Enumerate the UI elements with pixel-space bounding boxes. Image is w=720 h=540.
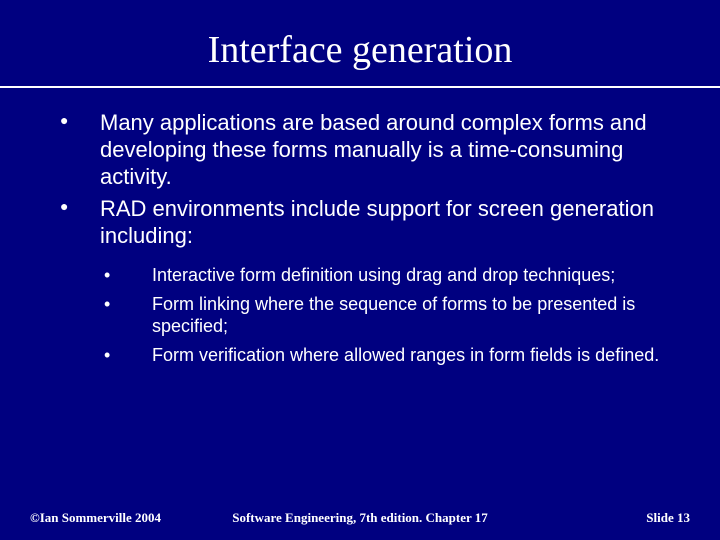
slide-footer: ©Ian Sommerville 2004 Software Engineeri… [0, 510, 720, 526]
bullet-item: Many applications are based around compl… [60, 110, 680, 190]
slide-title: Interface generation [0, 28, 720, 72]
footer-copyright: ©Ian Sommerville 2004 [30, 510, 161, 526]
sub-bullet-list: Interactive form definition using drag a… [104, 264, 680, 366]
footer-slide-num: 13 [677, 510, 690, 525]
footer-book-title: Software Engineering, 7th edition. Chapt… [232, 510, 488, 526]
footer-slide-label: Slide [646, 510, 677, 525]
sub-bullet-item: Form linking where the sequence of forms… [104, 293, 680, 338]
slide: Interface generation Many applications a… [0, 0, 720, 540]
sub-bullet-item: Interactive form definition using drag a… [104, 264, 680, 287]
bullet-item: RAD environments include support for scr… [60, 196, 680, 250]
slide-content: Many applications are based around compl… [0, 88, 720, 366]
title-area: Interface generation [0, 0, 720, 86]
sub-bullet-item: Form verification where allowed ranges i… [104, 344, 680, 367]
footer-slide-number: Slide 13 [646, 510, 690, 526]
main-bullet-list: Many applications are based around compl… [60, 110, 680, 250]
